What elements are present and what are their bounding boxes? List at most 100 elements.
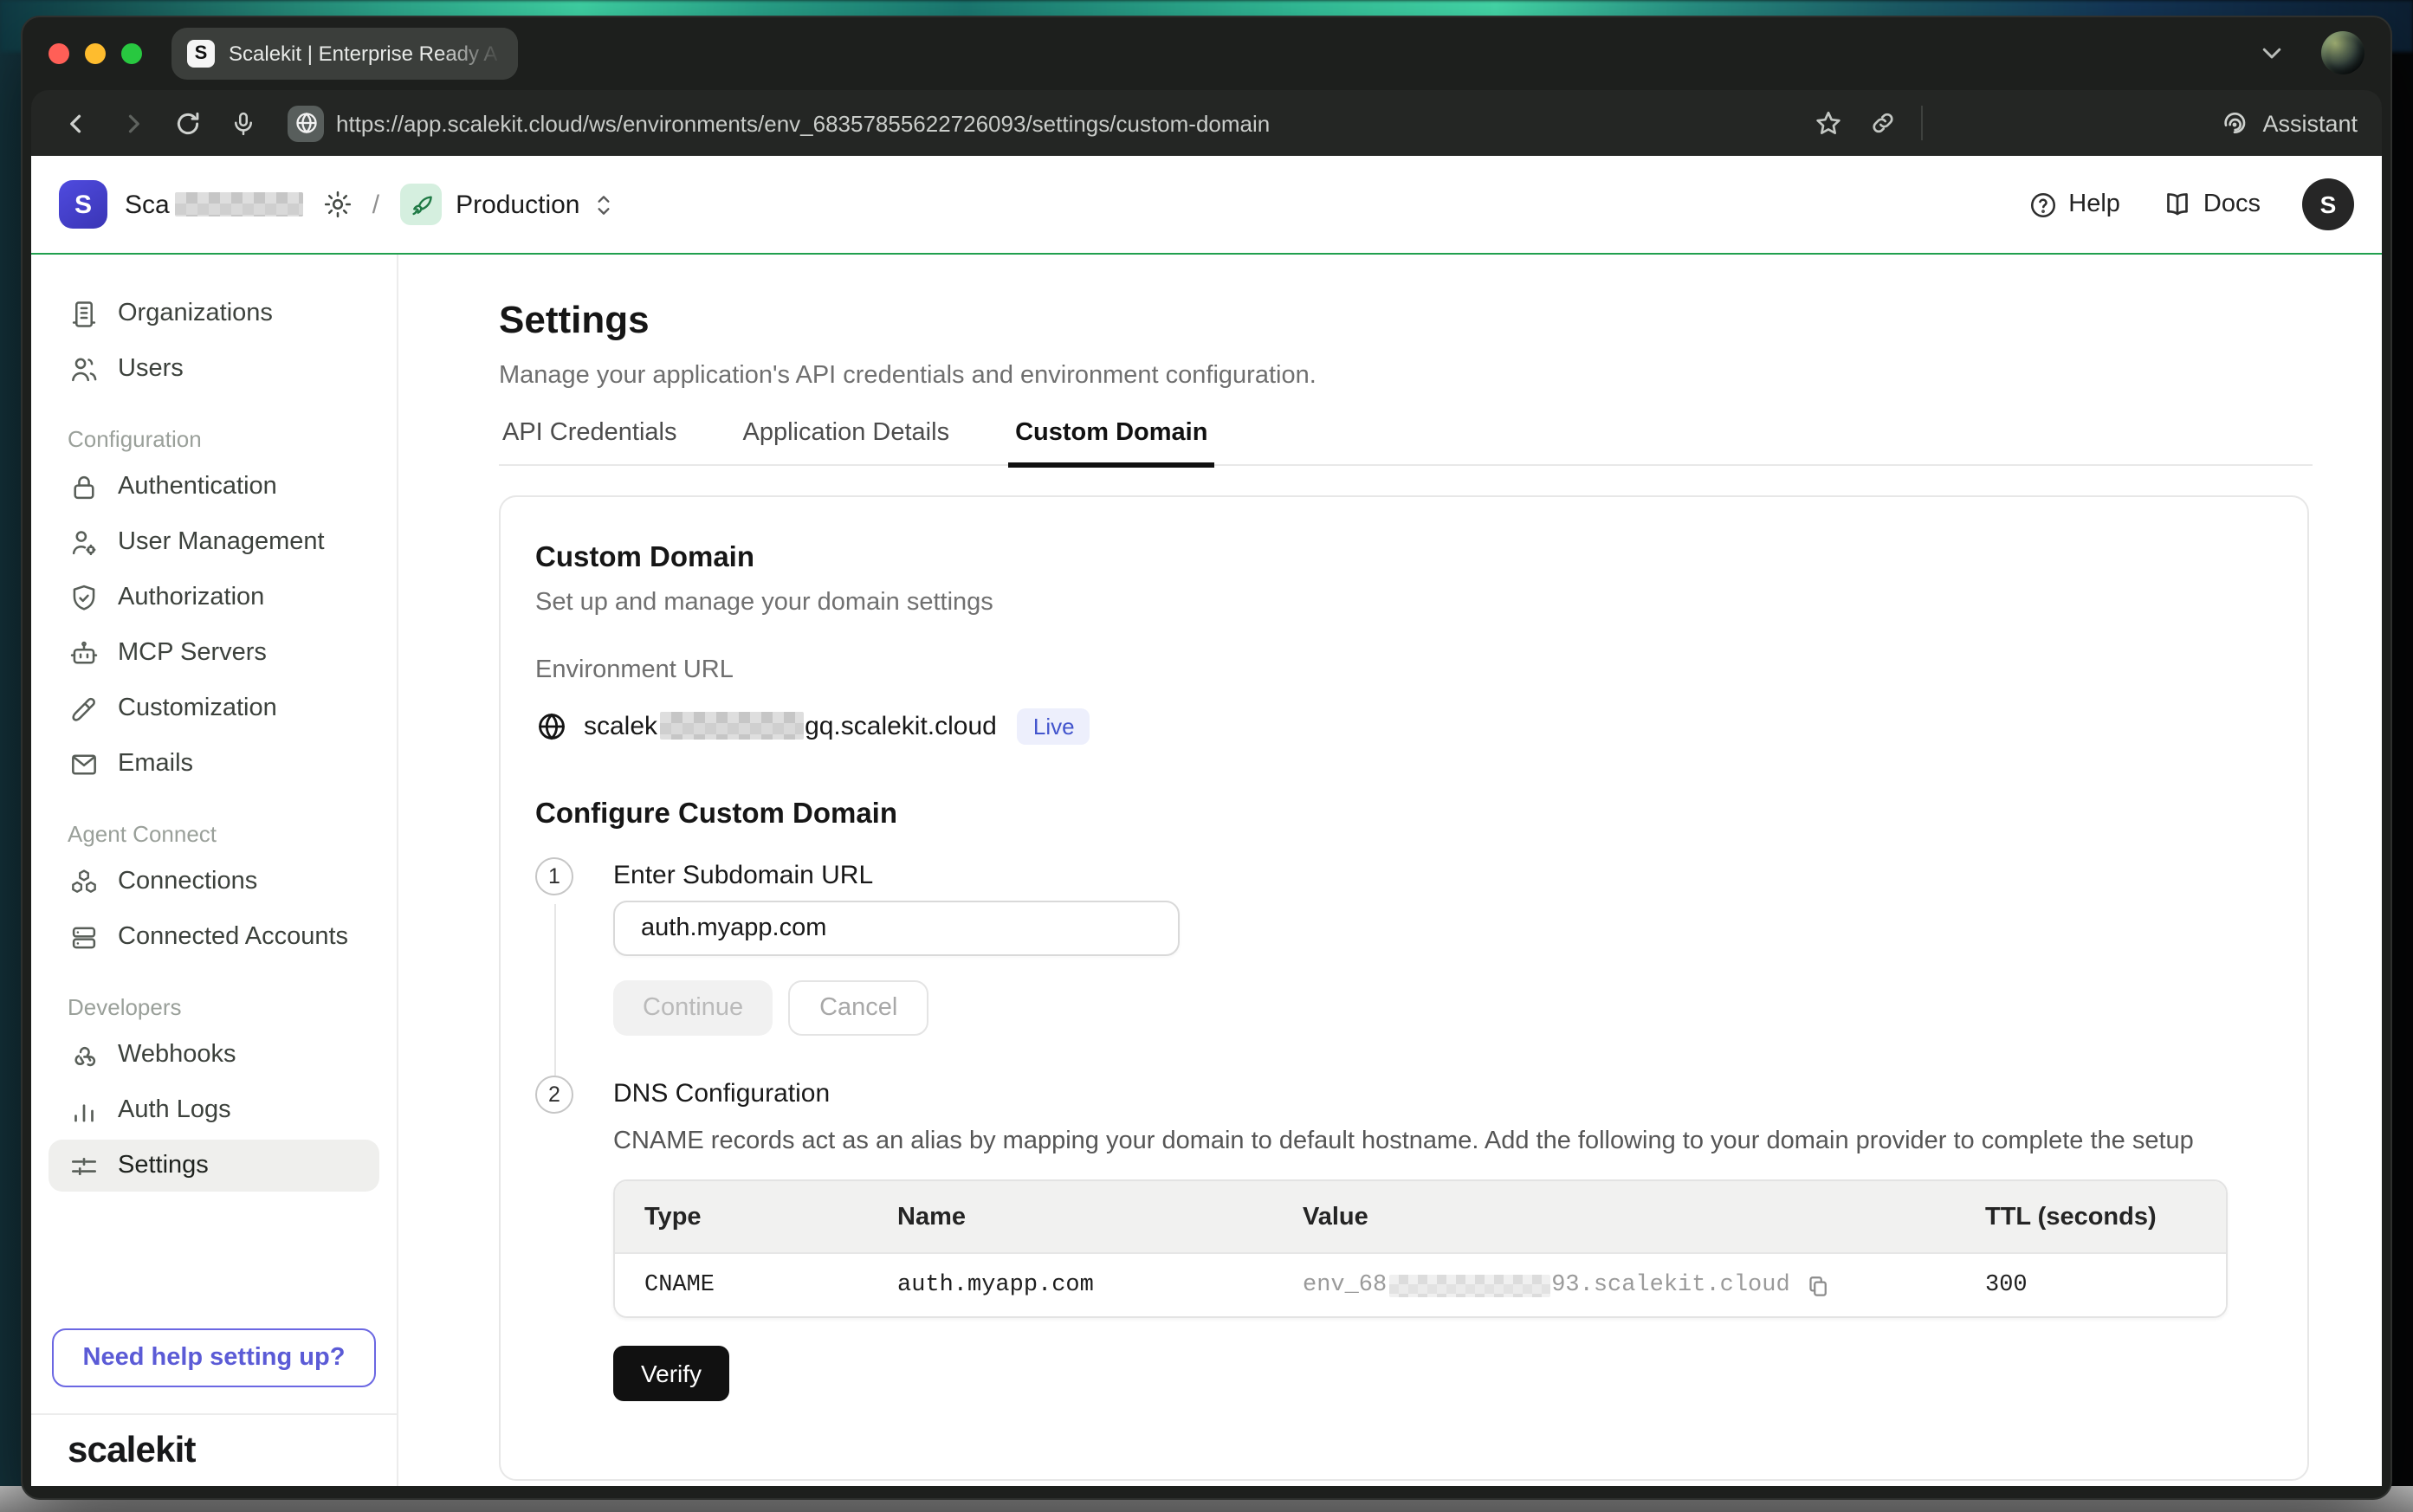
app-header: S Sca / Production xyxy=(31,156,2382,255)
building-icon xyxy=(68,297,100,330)
sidebar-item-label: Authorization xyxy=(118,584,264,611)
environment-url-value: scalekgq.scalekit.cloud xyxy=(584,711,997,740)
bookmark-star-icon[interactable] xyxy=(1807,102,1848,144)
browser-tab[interactable]: S Scalekit | Enterprise Ready A xyxy=(171,27,518,79)
main-content: Settings Manage your application's API c… xyxy=(398,255,2382,1486)
cancel-button[interactable]: Cancel xyxy=(788,980,928,1036)
back-icon[interactable] xyxy=(55,102,97,144)
environment-url-label: Environment URL xyxy=(535,655,2307,686)
browser-tab-strip: S Scalekit | Enterprise Ready A xyxy=(21,16,2392,90)
brush-icon xyxy=(68,692,100,725)
bar-chart-icon xyxy=(68,1094,100,1127)
configure-heading: Configure Custom Domain xyxy=(535,797,2307,833)
globe-icon xyxy=(535,709,568,742)
window-controls xyxy=(49,42,142,63)
sidebar-item-label: Settings xyxy=(118,1152,209,1179)
continue-button[interactable]: Continue xyxy=(613,980,773,1036)
chevron-down-icon[interactable] xyxy=(2250,32,2292,74)
dns-records-table: Type Name Value TTL (seconds) CNAME auth… xyxy=(613,1179,2228,1318)
step-2-title: DNS Configuration xyxy=(613,1076,2307,1114)
user-avatar[interactable]: S xyxy=(2302,178,2354,230)
sidebar-item-customization[interactable]: Customization xyxy=(49,682,379,734)
gear-icon[interactable] xyxy=(322,189,353,220)
step-1-number: 1 xyxy=(535,857,573,895)
sliders-icon xyxy=(68,1149,100,1182)
docs-button[interactable]: Docs xyxy=(2162,189,2261,220)
help-circle-icon xyxy=(2028,190,2058,219)
users-icon xyxy=(68,352,100,385)
forward-icon[interactable] xyxy=(111,102,152,144)
environment-url-redacted xyxy=(659,712,803,740)
sidebar-item-emails[interactable]: Emails xyxy=(49,738,379,790)
toolbar-divider xyxy=(1921,106,1923,140)
environment-url-row: scalekgq.scalekit.cloud Live xyxy=(535,707,2307,745)
sidebar-item-users[interactable]: Users xyxy=(49,343,379,395)
sidebar-item-webhooks[interactable]: Webhooks xyxy=(49,1029,379,1081)
column-header-ttl: TTL (seconds) xyxy=(1956,1203,2226,1231)
assistant-icon xyxy=(2221,109,2248,137)
reload-icon[interactable] xyxy=(166,102,208,144)
lock-icon xyxy=(68,470,100,503)
shield-check-icon xyxy=(68,581,100,614)
help-label: Help xyxy=(2068,191,2120,218)
table-row: CNAME auth.myapp.com env_6893.scalekit.c… xyxy=(615,1252,2226,1316)
environment-selector[interactable]: Production xyxy=(456,190,579,219)
envelope-icon xyxy=(68,747,100,780)
step-2-description: CNAME records act as an alias by mapping… xyxy=(613,1126,2307,1159)
sidebar-item-connected-accounts[interactable]: Connected Accounts xyxy=(49,911,379,963)
page-subtitle: Manage your application's API credential… xyxy=(499,360,2313,393)
cubes-icon xyxy=(68,865,100,898)
tab-application-details[interactable]: Application Details xyxy=(740,421,954,464)
chevron-up-down-icon[interactable] xyxy=(592,191,615,217)
assistant-button[interactable]: Assistant xyxy=(2221,109,2358,137)
step-2-number: 2 xyxy=(535,1076,573,1114)
sidebar-item-label: Auth Logs xyxy=(118,1096,231,1124)
server-icon xyxy=(68,921,100,953)
subdomain-input[interactable] xyxy=(613,901,1180,956)
record-type-cell: CNAME xyxy=(615,1272,868,1298)
close-window-button[interactable] xyxy=(49,42,69,63)
site-globe-icon[interactable] xyxy=(288,105,324,141)
sidebar-section-agent-connect: Agent Connect xyxy=(68,821,360,847)
sidebar-item-label: Users xyxy=(118,355,184,383)
sidebar-item-user-management[interactable]: User Management xyxy=(49,516,379,568)
minimize-window-button[interactable] xyxy=(85,42,106,63)
browser-profile-avatar[interactable] xyxy=(2321,31,2364,74)
sidebar-item-label: User Management xyxy=(118,528,325,556)
step-2: 2 DNS Configuration CNAME records act as… xyxy=(535,1076,2307,1401)
sidebar-item-authentication[interactable]: Authentication xyxy=(49,461,379,513)
sidebar-item-authorization[interactable]: Authorization xyxy=(49,572,379,624)
workspace-logo[interactable]: S xyxy=(59,180,107,229)
assistant-label: Assistant xyxy=(2262,110,2358,136)
tab-api-credentials[interactable]: API Credentials xyxy=(499,421,681,464)
workspace-name[interactable]: Sca xyxy=(125,190,170,219)
copy-link-icon[interactable] xyxy=(1862,102,1904,144)
microphone-icon[interactable] xyxy=(222,102,263,144)
settings-tabs: API Credentials Application Details Cust… xyxy=(499,421,2313,466)
step-1: 1 Enter Subdomain URL Continue Cancel xyxy=(535,857,2307,1076)
help-button[interactable]: Help xyxy=(2028,190,2120,219)
verify-button[interactable]: Verify xyxy=(613,1346,729,1401)
need-help-button[interactable]: Need help setting up? xyxy=(52,1328,376,1387)
live-status-badge: Live xyxy=(1018,708,1090,744)
browser-toolbar: https://app.scalekit.cloud/ws/environmen… xyxy=(31,90,2382,156)
sidebar-item-auth-logs[interactable]: Auth Logs xyxy=(49,1084,379,1136)
sidebar-item-mcp-servers[interactable]: MCP Servers xyxy=(49,627,379,679)
maximize-window-button[interactable] xyxy=(121,42,142,63)
rocket-icon[interactable] xyxy=(400,184,442,225)
sidebar-item-label: Authentication xyxy=(118,473,277,501)
address-bar[interactable]: https://app.scalekit.cloud/ws/environmen… xyxy=(336,110,1270,136)
user-gear-icon xyxy=(68,526,100,559)
record-name-cell: auth.myapp.com xyxy=(868,1272,1273,1298)
sidebar-section-configuration: Configuration xyxy=(68,426,360,452)
tab-custom-domain[interactable]: Custom Domain xyxy=(1012,421,1211,464)
workspace-name-redacted xyxy=(175,192,303,216)
sidebar: Organizations Users Configuration Authe xyxy=(31,255,398,1486)
sidebar-item-label: Emails xyxy=(118,750,193,778)
copy-icon[interactable] xyxy=(1806,1272,1832,1298)
sidebar-item-organizations[interactable]: Organizations xyxy=(49,288,379,339)
sidebar-item-connections[interactable]: Connections xyxy=(49,856,379,908)
sidebar-item-settings[interactable]: Settings xyxy=(49,1140,379,1192)
record-value-cell: env_6893.scalekit.cloud xyxy=(1273,1272,1956,1298)
table-header-row: Type Name Value TTL (seconds) xyxy=(615,1181,2226,1252)
